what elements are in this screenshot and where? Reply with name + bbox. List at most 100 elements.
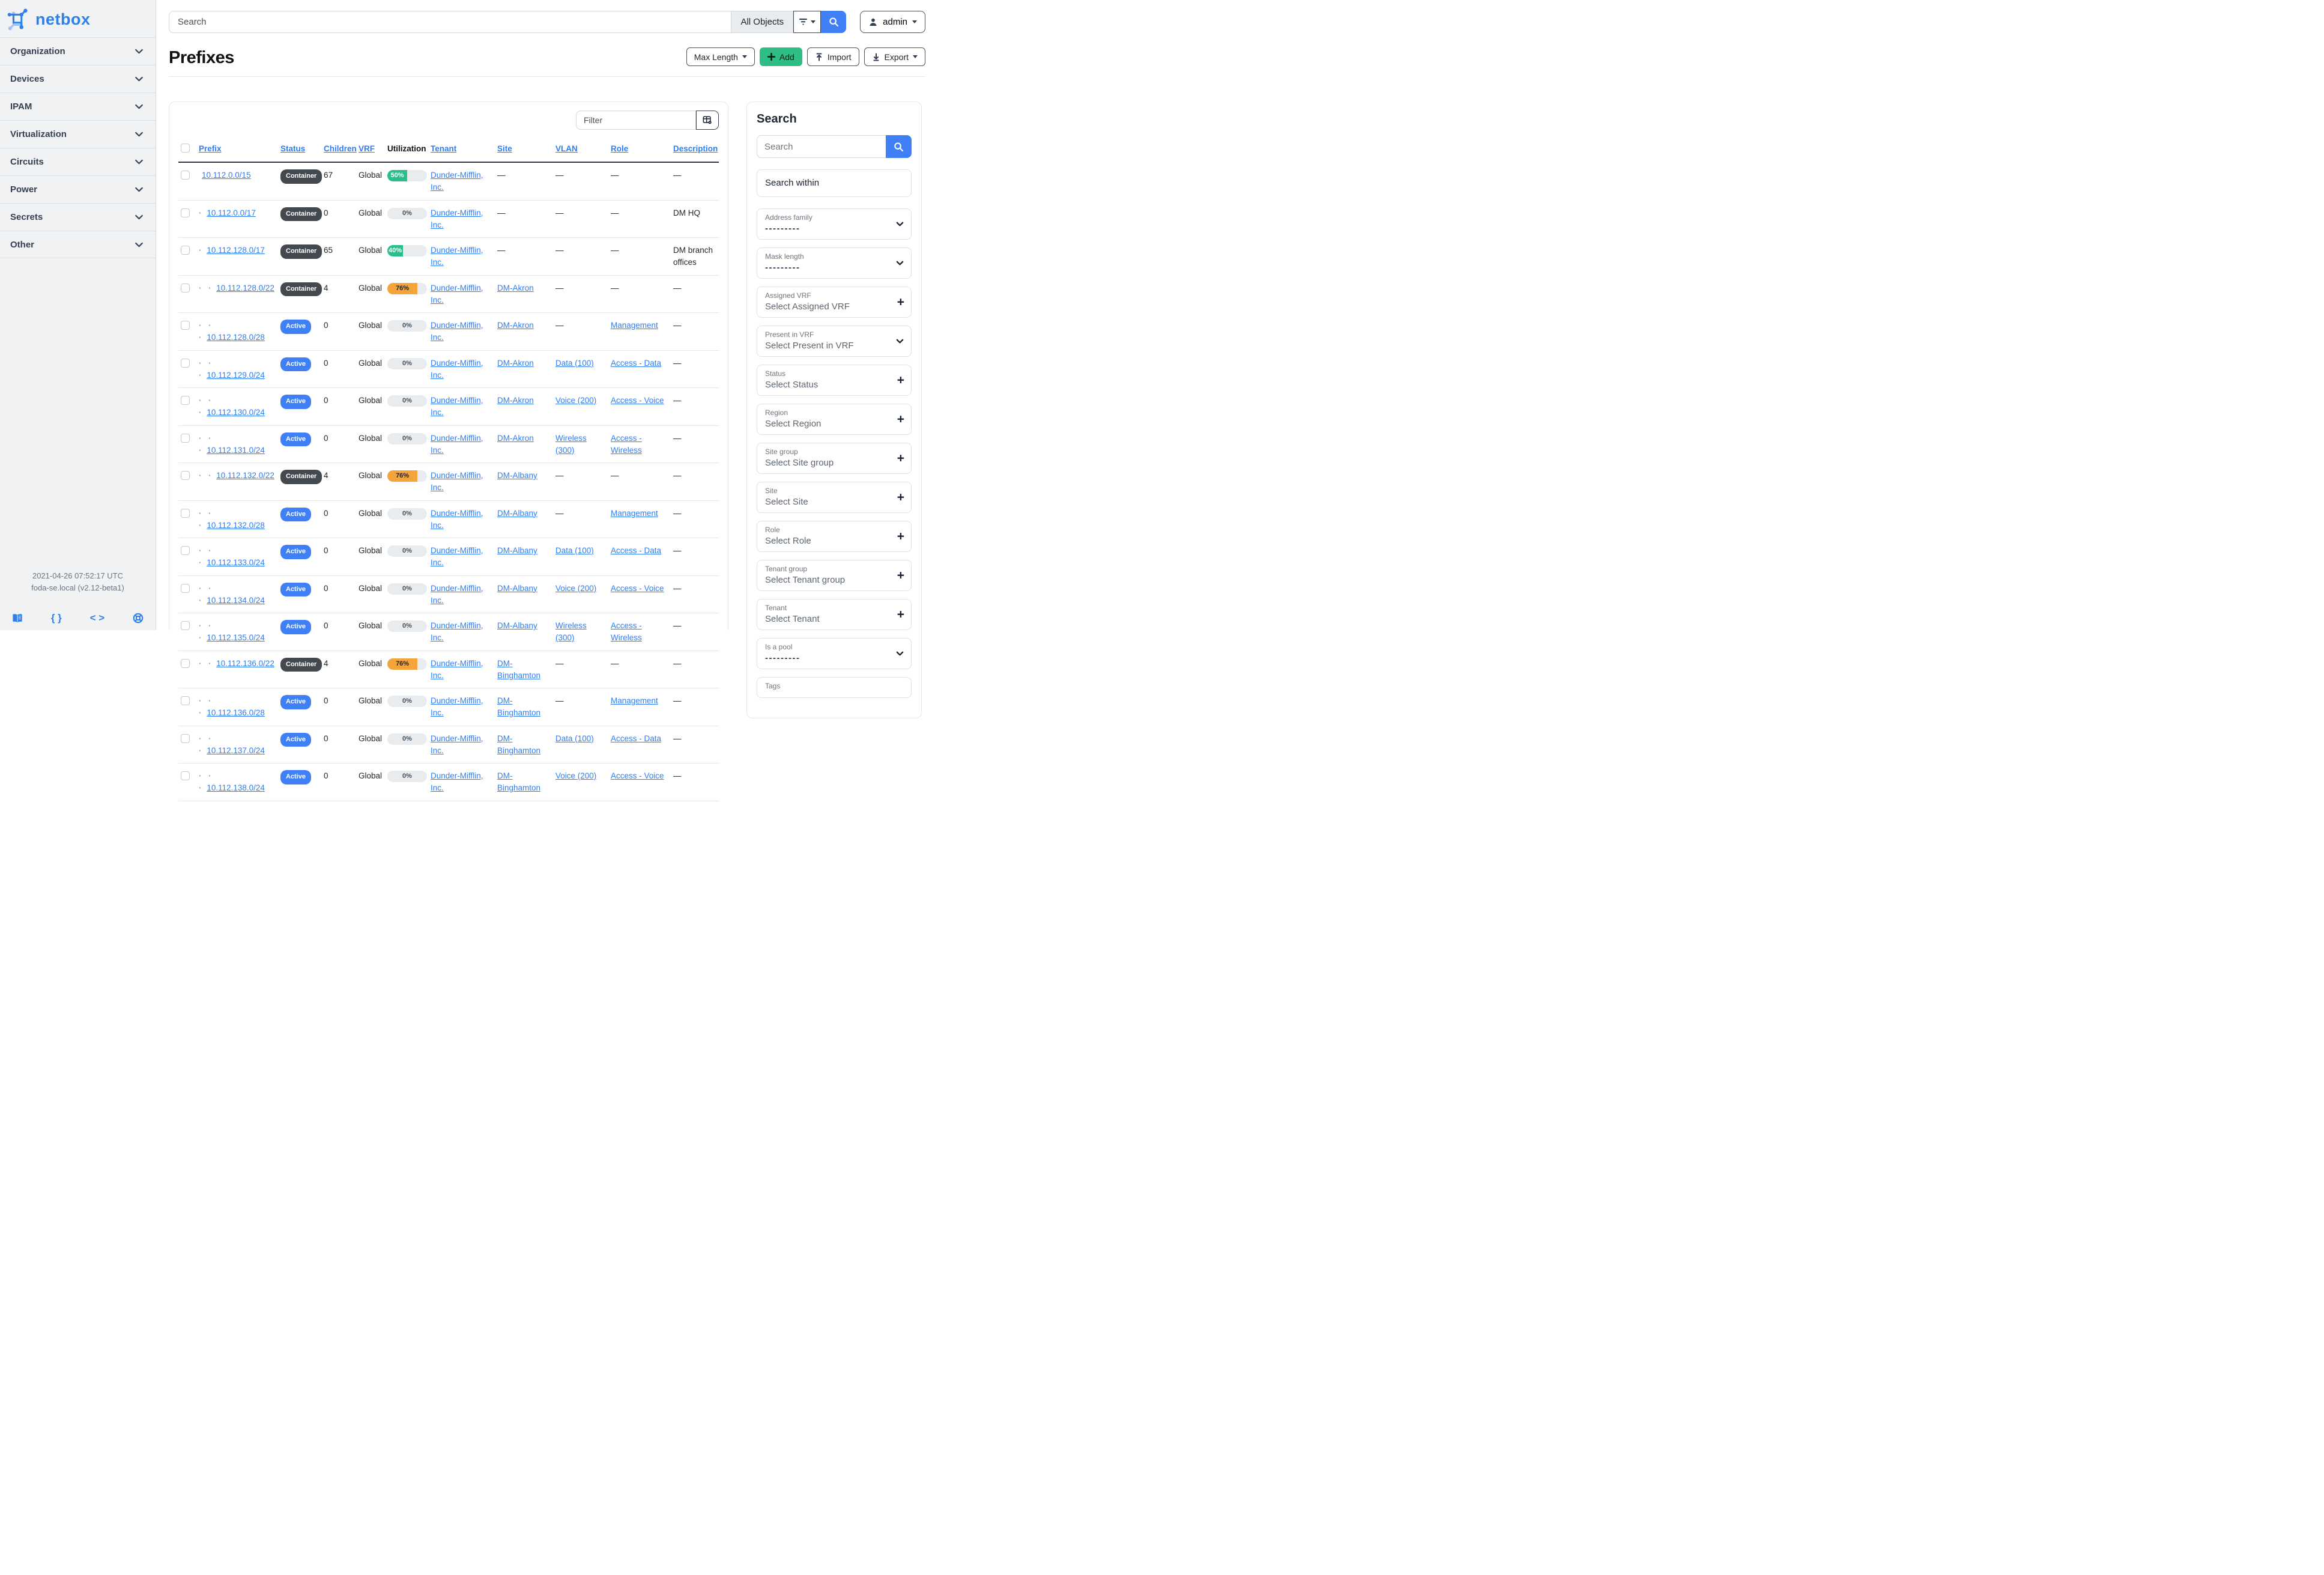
vlan-link[interactable]: Data (100)	[555, 359, 594, 368]
row-checkbox[interactable]	[181, 171, 190, 180]
select-all-checkbox[interactable]	[181, 144, 190, 153]
tenant-link[interactable]: Dunder-Mifflin, Inc.	[431, 434, 483, 455]
table-config-button[interactable]	[696, 111, 719, 130]
search-filter-dropdown-button[interactable]	[793, 11, 822, 33]
column-header-vrf[interactable]: VRF	[359, 144, 375, 153]
row-checkbox[interactable]	[181, 508, 190, 518]
site-link[interactable]: DM-Albany	[497, 621, 537, 630]
vlan-link[interactable]: Data (100)	[555, 546, 594, 555]
prefix-link[interactable]: 10.112.138.0/24	[207, 783, 265, 792]
tenant-link[interactable]: Dunder-Mifflin, Inc.	[431, 696, 483, 717]
prefix-link[interactable]: 10.112.128.0/17	[207, 246, 265, 255]
row-checkbox[interactable]	[181, 546, 190, 555]
filter-field-status[interactable]: Status Select Status +	[757, 365, 912, 396]
max-length-dropdown-button[interactable]: Max Length	[686, 47, 755, 66]
site-link[interactable]: DM-Akron	[497, 284, 534, 293]
row-checkbox[interactable]	[181, 396, 190, 405]
site-link[interactable]: DM-Albany	[497, 584, 537, 593]
prefix-link[interactable]: 10.112.130.0/24	[207, 408, 265, 417]
row-checkbox[interactable]	[181, 321, 190, 330]
code-icon[interactable]: < >	[90, 612, 105, 624]
column-header-children[interactable]: Children	[324, 144, 357, 153]
sidebar-item-virtualization[interactable]: Virtualization	[0, 120, 156, 148]
support-lifering-icon[interactable]	[133, 613, 144, 624]
site-link[interactable]: DM-Binghamton	[497, 734, 540, 755]
vlan-link[interactable]: Voice (200)	[555, 771, 596, 780]
prefix-link[interactable]: 10.112.128.0/28	[207, 333, 265, 342]
prefix-link[interactable]: 10.112.137.0/24	[207, 746, 265, 755]
row-checkbox[interactable]	[181, 246, 190, 255]
prefix-link[interactable]: 10.112.135.0/24	[207, 633, 265, 642]
rest-api-braces-icon[interactable]: { }	[51, 612, 62, 624]
column-header-role[interactable]: Role	[611, 144, 628, 153]
prefix-link[interactable]: 10.112.0.0/15	[202, 171, 251, 180]
tenant-link[interactable]: Dunder-Mifflin, Inc.	[431, 509, 483, 530]
role-link[interactable]: Management	[611, 321, 658, 330]
global-search-button[interactable]	[821, 11, 847, 33]
role-link[interactable]: Access - Wireless	[611, 434, 642, 455]
prefix-link[interactable]: 10.112.136.0/22	[216, 659, 274, 668]
filter-field-region[interactable]: Region Select Region +	[757, 404, 912, 435]
tenant-link[interactable]: Dunder-Mifflin, Inc.	[431, 246, 483, 267]
role-link[interactable]: Management	[611, 696, 658, 705]
site-link[interactable]: DM-Akron	[497, 434, 534, 443]
site-link[interactable]: DM-Akron	[497, 321, 534, 330]
role-link[interactable]: Access - Data	[611, 734, 661, 743]
row-checkbox[interactable]	[181, 358, 190, 368]
filter-field-assigned-vrf[interactable]: Assigned VRF Select Assigned VRF +	[757, 287, 912, 318]
prefix-link[interactable]: 10.112.0.0/17	[207, 208, 256, 217]
row-checkbox[interactable]	[181, 583, 190, 593]
prefix-link[interactable]: 10.112.134.0/24	[207, 596, 265, 605]
row-checkbox[interactable]	[181, 733, 190, 743]
sidebar-item-organization[interactable]: Organization	[0, 37, 156, 65]
row-checkbox[interactable]	[181, 208, 190, 217]
prefix-link[interactable]: 10.112.132.0/28	[207, 521, 265, 530]
tenant-link[interactable]: Dunder-Mifflin, Inc.	[431, 359, 483, 380]
tenant-link[interactable]: Dunder-Mifflin, Inc.	[431, 284, 483, 305]
role-link[interactable]: Access - Voice	[611, 396, 664, 405]
filters-search-input[interactable]	[757, 135, 886, 158]
row-checkbox[interactable]	[181, 471, 190, 480]
filter-field-tenant[interactable]: Tenant Select Tenant +	[757, 599, 912, 630]
column-header-status[interactable]: Status	[280, 144, 305, 153]
site-link[interactable]: DM-Binghamton	[497, 659, 540, 680]
tenant-link[interactable]: Dunder-Mifflin, Inc.	[431, 321, 483, 342]
column-header-site[interactable]: Site	[497, 144, 512, 153]
site-link[interactable]: DM-Binghamton	[497, 696, 540, 717]
tenant-link[interactable]: Dunder-Mifflin, Inc.	[431, 396, 483, 417]
prefix-link[interactable]: 10.112.131.0/24	[207, 446, 265, 455]
tenant-link[interactable]: Dunder-Mifflin, Inc.	[431, 771, 483, 792]
netbox-logo[interactable]: netbox	[0, 0, 156, 37]
vlan-link[interactable]: Wireless (300)	[555, 434, 587, 455]
tenant-link[interactable]: Dunder-Mifflin, Inc.	[431, 546, 483, 567]
sidebar-item-circuits[interactable]: Circuits	[0, 148, 156, 175]
search-within-field[interactable]: Search within	[757, 169, 912, 197]
vlan-link[interactable]: Data (100)	[555, 734, 594, 743]
tenant-link[interactable]: Dunder-Mifflin, Inc.	[431, 621, 483, 642]
tenant-link[interactable]: Dunder-Mifflin, Inc.	[431, 584, 483, 605]
role-link[interactable]: Access - Voice	[611, 584, 664, 593]
filter-field-site-group[interactable]: Site group Select Site group +	[757, 443, 912, 474]
import-button[interactable]: Import	[806, 47, 859, 66]
filter-field-role[interactable]: Role Select Role +	[757, 521, 912, 552]
vlan-link[interactable]: Voice (200)	[555, 396, 596, 405]
site-link[interactable]: DM-Albany	[497, 471, 537, 480]
filter-field-address-family[interactable]: Address family ---------	[757, 208, 912, 240]
filter-field-tenant-group[interactable]: Tenant group Select Tenant group +	[757, 560, 912, 591]
site-link[interactable]: DM-Albany	[497, 546, 537, 555]
filters-search-button[interactable]	[886, 135, 912, 158]
site-link[interactable]: DM-Binghamton	[497, 771, 540, 792]
site-link[interactable]: DM-Albany	[497, 509, 537, 518]
table-filter-input[interactable]	[576, 111, 696, 130]
role-link[interactable]: Access - Data	[611, 359, 661, 368]
export-dropdown-button[interactable]: Export	[864, 47, 925, 66]
row-checkbox[interactable]	[181, 771, 190, 780]
role-link[interactable]: Management	[611, 509, 658, 518]
tenant-link[interactable]: Dunder-Mifflin, Inc.	[431, 208, 483, 229]
prefix-link[interactable]: 10.112.132.0/22	[216, 471, 274, 480]
user-menu-button[interactable]: admin	[860, 11, 925, 33]
row-checkbox[interactable]	[181, 283, 190, 293]
role-link[interactable]: Access - Voice	[611, 771, 664, 780]
add-button[interactable]: Add	[759, 47, 802, 66]
filter-field-present-in-vrf[interactable]: Present in VRF Select Present in VRF	[757, 326, 912, 357]
